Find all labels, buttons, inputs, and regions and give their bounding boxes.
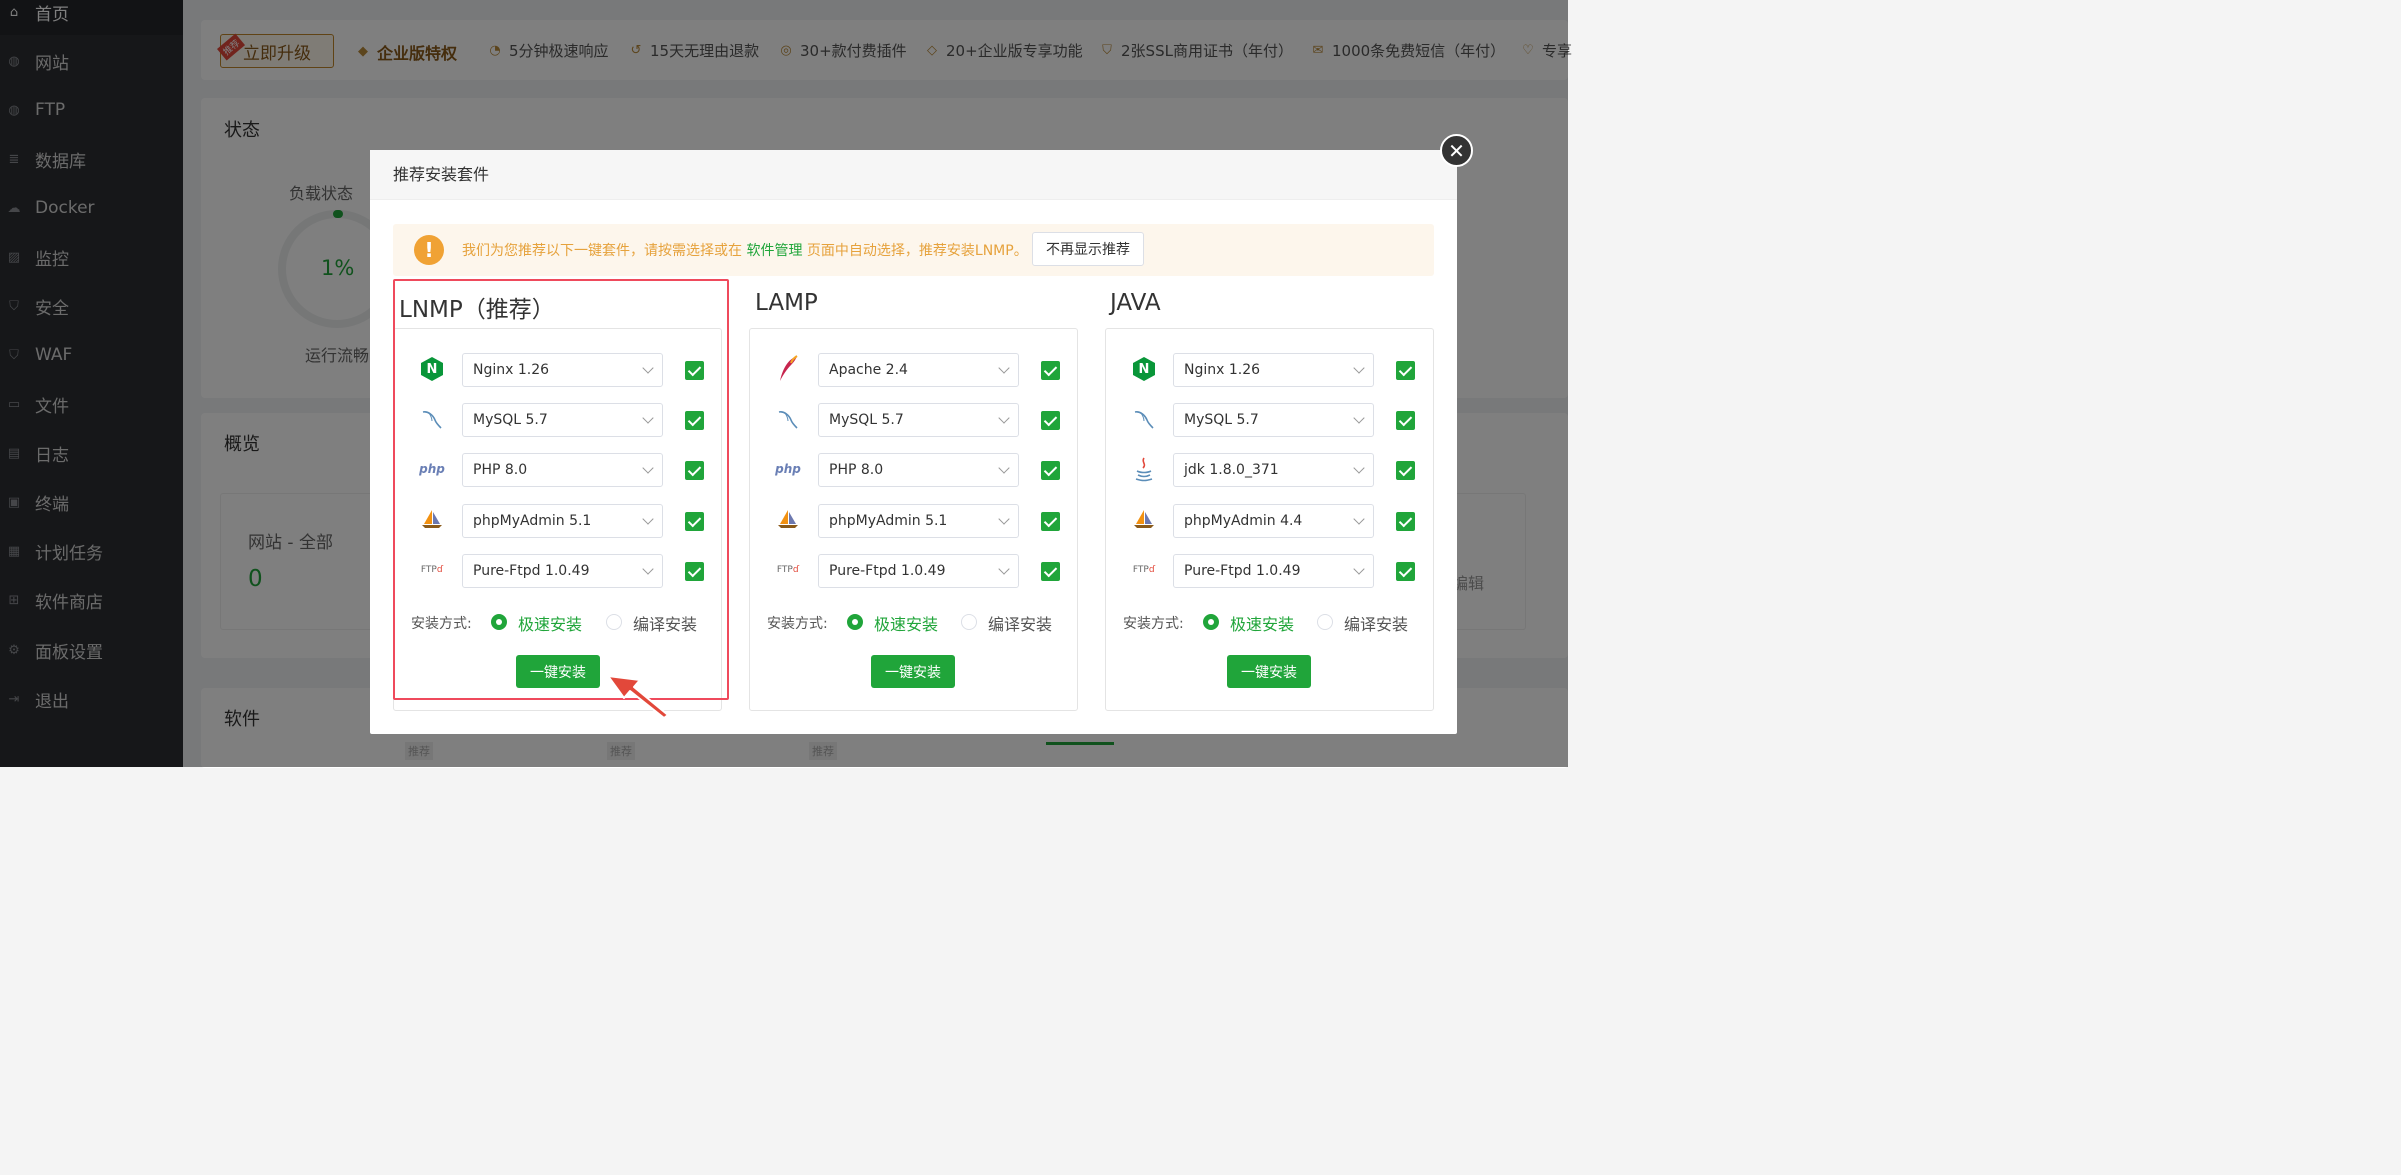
chevron-down-icon [1353,462,1365,474]
phpmyadmin-checkbox[interactable] [1041,512,1060,531]
nginx-version-select[interactable]: Nginx 1.26 [1173,353,1374,387]
chevron-down-icon [1353,563,1365,575]
nginx-icon: N [1132,357,1156,381]
recommend-notice: ! 我们为您推荐以下一键套件，请按需选择或在 软件管理 页面中自动选择，推荐安装… [393,224,1434,276]
apache-version-select[interactable]: Apache 2.4 [818,353,1019,387]
warning-icon: ! [414,235,444,265]
install-method-label: 安装方式: [1123,616,1184,632]
column-title-java: JAVA [1110,290,1161,316]
chevron-down-icon [998,462,1010,474]
apache-checkbox[interactable] [1041,361,1060,380]
dismiss-button[interactable]: 不再显示推荐 [1032,232,1144,266]
phpmyadmin-icon [776,507,800,531]
apache-icon [776,355,800,381]
phpmyadmin-checkbox[interactable] [1396,512,1415,531]
chevron-down-icon [998,412,1010,424]
notice-text: 我们为您推荐以下一键套件，请按需选择或在 软件管理 页面中自动选择，推荐安装LN… [462,243,1028,259]
compile-install-radio[interactable] [961,614,977,630]
mysql-version-select[interactable]: MySQL 5.7 [818,403,1019,437]
chevron-down-icon [998,513,1010,525]
software-manage-link[interactable]: 软件管理 [746,243,802,259]
annotation-arrow-icon [607,675,669,719]
chevron-down-icon [1353,513,1365,525]
compile-install-label[interactable]: 编译安装 [1344,611,1408,635]
close-button[interactable]: ✕ [1440,134,1473,167]
mysql-icon [1132,407,1156,431]
phpmyadmin-icon [1132,507,1156,531]
mysql-icon [776,407,800,431]
install-lamp-button[interactable]: 一键安装 [871,655,955,688]
compile-install-label[interactable]: 编译安装 [988,611,1052,635]
phpmyadmin-version-select[interactable]: phpMyAdmin 5.1 [818,504,1019,538]
php-icon: php [775,462,801,476]
install-method-label: 安装方式: [767,616,828,632]
chevron-down-icon [1353,412,1365,424]
nginx-checkbox[interactable] [1396,361,1415,380]
mysql-checkbox[interactable] [1396,411,1415,430]
php-version-select[interactable]: PHP 8.0 [818,453,1019,487]
fast-install-label[interactable]: 极速安装 [1230,611,1294,635]
ftp-icon: FTPɗ [1132,565,1156,575]
install-java-button[interactable]: 一键安装 [1227,655,1311,688]
dialog-title: 推荐安装套件 [370,150,1457,200]
mysql-version-select[interactable]: MySQL 5.7 [1173,403,1374,437]
chevron-down-icon [1353,362,1365,374]
php-checkbox[interactable] [1041,461,1060,480]
close-icon: ✕ [1448,138,1465,163]
ftp-version-select[interactable]: Pure-Ftpd 1.0.49 [1173,554,1374,588]
fast-install-radio[interactable] [847,614,863,630]
chevron-down-icon [998,563,1010,575]
fast-install-radio[interactable] [1203,614,1219,630]
fast-install-label[interactable]: 极速安装 [874,611,938,635]
jdk-checkbox[interactable] [1396,461,1415,480]
ftp-icon: FTPɗ [776,565,800,575]
compile-install-radio[interactable] [1317,614,1333,630]
jdk-version-select[interactable]: jdk 1.8.0_371 [1173,453,1374,487]
chevron-down-icon [998,362,1010,374]
lnmp-highlight-box [393,279,729,700]
column-title-lamp: LAMP [755,290,818,316]
mysql-checkbox[interactable] [1041,411,1060,430]
ftp-checkbox[interactable] [1041,562,1060,581]
phpmyadmin-version-select[interactable]: phpMyAdmin 4.4 [1173,504,1374,538]
java-icon [1132,457,1156,482]
ftp-version-select[interactable]: Pure-Ftpd 1.0.49 [818,554,1019,588]
ftp-checkbox[interactable] [1396,562,1415,581]
